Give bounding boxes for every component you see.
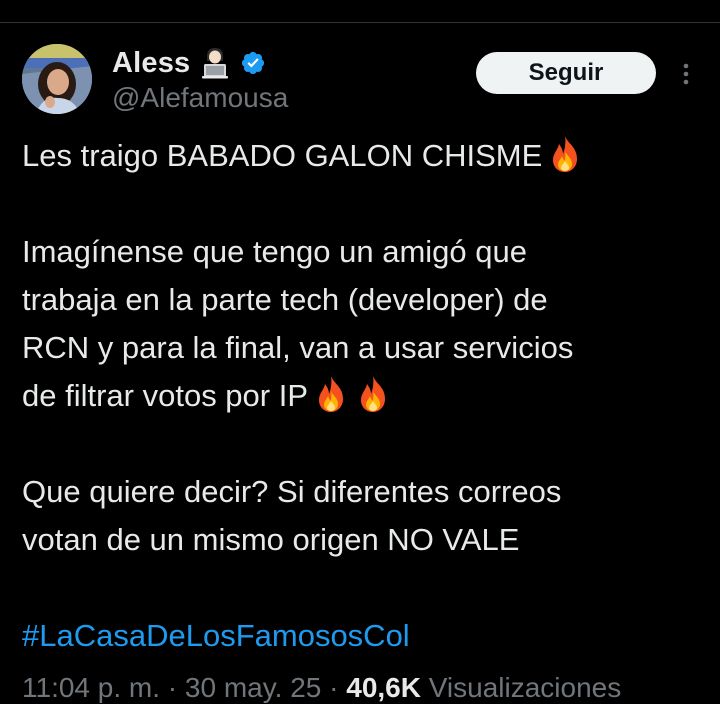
hashtag-link[interactable]: #LaCasaDeLosFamososCol: [22, 618, 410, 653]
fire-emoji-icon: [312, 374, 350, 414]
display-name[interactable]: Aless: [112, 47, 190, 80]
tweet-meta: 11:04 p. m. · 30 may. 25 · 40,6K Visuali…: [22, 672, 621, 704]
tweet-line: de filtrar votos por IP: [22, 372, 712, 420]
meta-separator: ·: [329, 672, 339, 703]
more-options-button[interactable]: [672, 58, 700, 90]
person-at-laptop-emoji-icon: [198, 46, 232, 80]
tweet-line: trabaja en la parte tech (developer) de: [22, 276, 712, 324]
tweet-line-text: Les traigo BABADO GALON CHISME: [22, 138, 543, 173]
tweet-date[interactable]: 30 may. 25: [185, 672, 321, 703]
verified-badge-icon[interactable]: [240, 50, 266, 76]
fire-emoji-icon: [546, 134, 584, 174]
tweet-line-text: Imagínense que tengo un amigó que: [22, 234, 527, 269]
fire-emoji-icon: [354, 374, 392, 414]
views-label: Visualizaciones: [428, 672, 622, 703]
tweet-line: RCN y para la final, van a usar servicio…: [22, 324, 712, 372]
tweet-line: Imagínense que tengo un amigó que: [22, 228, 712, 276]
tweet-line-text: votan de un mismo origen NO VALE: [22, 522, 520, 557]
tweet-line: Que quiere decir? Si diferentes correos: [22, 468, 712, 516]
tweet-line-text: de filtrar votos por IP: [22, 378, 309, 413]
author-name-row: Aless: [112, 44, 266, 82]
tweet-line-text: RCN y para la final, van a usar servicio…: [22, 330, 574, 365]
top-divider: [0, 22, 720, 23]
follow-button[interactable]: Seguir: [476, 52, 656, 94]
tweet-time[interactable]: 11:04 p. m.: [22, 672, 160, 703]
meta-separator: ·: [167, 672, 178, 703]
tweet-line: votan de un mismo origen NO VALE: [22, 516, 712, 564]
avatar[interactable]: [22, 44, 92, 114]
tweet-line: Les traigo BABADO GALON CHISME: [22, 132, 712, 180]
avatar-photo: [22, 44, 92, 114]
tweet-line: #LaCasaDeLosFamososCol: [22, 612, 712, 660]
author-handle[interactable]: @Alefamousa: [112, 82, 288, 114]
tweet-text: Les traigo BABADO GALON CHISME Imagínens…: [22, 132, 712, 660]
views-count: 40,6K: [346, 672, 421, 703]
tweet-line-text: Que quiere decir? Si diferentes correos: [22, 474, 562, 509]
tweet-line-text: trabaja en la parte tech (developer) de: [22, 282, 548, 317]
more-horizontal-icon: [683, 63, 689, 85]
